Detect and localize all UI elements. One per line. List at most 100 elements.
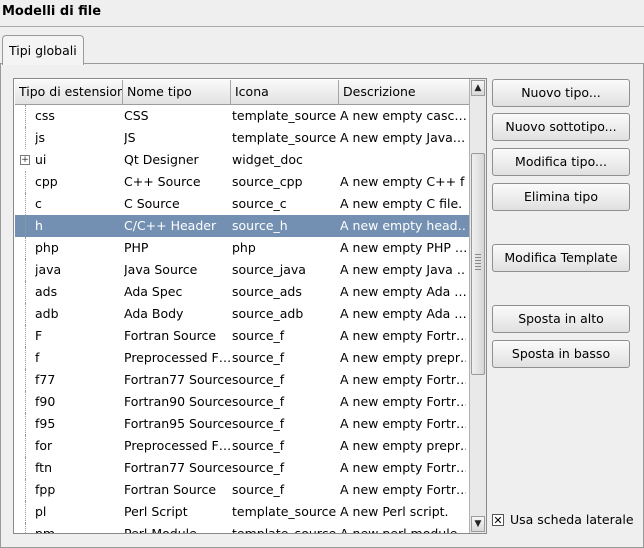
tree-line bbox=[25, 325, 26, 347]
cell-icon-name: source_f bbox=[232, 394, 285, 409]
cell-type-name: Perl Script bbox=[124, 504, 188, 519]
cell-type-name: C++ Source bbox=[124, 174, 201, 189]
move-down-button[interactable]: Sposta in basso bbox=[492, 340, 630, 368]
table-row[interactable]: fpp Fortran Source source_f A new empty For… bbox=[15, 479, 469, 501]
cell-extension: for bbox=[35, 438, 53, 453]
table-row[interactable]: php PHP php A new empty PHP … bbox=[15, 237, 469, 259]
cell-extension: pl bbox=[35, 504, 47, 519]
scroll-down-button[interactable]: ▼ bbox=[471, 516, 485, 532]
sidebar-checkbox-label[interactable]: Usa scheda laterale bbox=[510, 512, 634, 527]
column-header-description[interactable]: Descrizione bbox=[339, 80, 469, 104]
table-row[interactable]: c C Source source_c A new empty C file. bbox=[15, 193, 469, 215]
tree-line bbox=[25, 347, 26, 369]
vertical-scrollbar[interactable]: ▲ ▼ bbox=[469, 79, 486, 533]
cell-type-name: Fortran Source bbox=[124, 328, 217, 343]
column-header-name[interactable]: Nome tipo bbox=[123, 80, 231, 104]
column-header-icon[interactable]: Icona bbox=[231, 80, 339, 104]
cell-description: A new empty Fortr… bbox=[340, 394, 466, 409]
cell-extension: cpp bbox=[35, 174, 58, 189]
cell-icon-name: source_f bbox=[232, 482, 285, 497]
cell-icon-name: template_source bbox=[232, 526, 337, 534]
cell-type-name: CSS bbox=[124, 108, 149, 123]
cell-type-name: Fortran95 Source bbox=[124, 416, 232, 431]
cell-description: A new Perl script. bbox=[340, 504, 449, 519]
table-row[interactable]: pl Perl Script template_source A new Perl s… bbox=[15, 501, 469, 523]
table-row[interactable]: pm Perl Module template_source A new perl m… bbox=[15, 523, 469, 534]
cell-type-name: JS bbox=[124, 130, 136, 145]
tree-line bbox=[25, 237, 26, 259]
table-row[interactable]: ftn Fortran77 Source source_f A new empty F… bbox=[15, 457, 469, 479]
cell-description: A new empty Fortr… bbox=[340, 416, 466, 431]
scroll-up-button[interactable]: ▲ bbox=[471, 80, 485, 96]
cell-icon-name: source_h bbox=[232, 218, 288, 233]
tree-line bbox=[25, 391, 26, 413]
tree-line bbox=[25, 303, 26, 325]
table-row[interactable]: + ui Qt Designer widget_doc bbox=[15, 149, 469, 171]
cell-description: A new empty Fortr… bbox=[340, 328, 466, 343]
tab-label: Tipi globali bbox=[9, 43, 77, 58]
table-row[interactable]: js JS template_source A new empty Java… bbox=[15, 127, 469, 149]
cell-icon-name: source_java bbox=[232, 262, 306, 277]
tab-tipi-globali[interactable]: Tipi globali bbox=[2, 35, 84, 65]
cell-extension: ads bbox=[35, 284, 58, 299]
tree-line bbox=[25, 501, 26, 523]
table-row[interactable]: adb Ada Body source_adb A new empty Ada … bbox=[15, 303, 469, 325]
cell-icon-name: template_source bbox=[232, 130, 337, 145]
cell-description: A new empty Ada … bbox=[340, 306, 466, 321]
cell-icon-name: source_f bbox=[232, 328, 285, 343]
tree-line bbox=[25, 193, 26, 215]
tree-line bbox=[25, 523, 26, 533]
list-header: Tipo di estensione Nome tipo Icona Descr… bbox=[15, 80, 469, 105]
cell-icon-name: source_c bbox=[232, 196, 287, 211]
cell-description: A new empty Java … bbox=[340, 262, 466, 277]
column-header-extension[interactable]: Tipo di estensione bbox=[15, 80, 123, 104]
edit-template-button[interactable]: Modifica Template bbox=[492, 244, 630, 272]
table-row[interactable]: f Preprocessed F… source_f A new empty prep… bbox=[15, 347, 469, 369]
cell-icon-name: source_f bbox=[232, 372, 285, 387]
table-row[interactable]: java Java Source source_java A new empty Ja… bbox=[15, 259, 469, 281]
cell-type-name: C/C++ Header bbox=[124, 218, 217, 233]
cell-description: A new empty Ada … bbox=[340, 284, 466, 299]
cell-extension: ui bbox=[35, 152, 47, 167]
tree-line bbox=[25, 171, 26, 193]
cell-icon-name: template_source bbox=[232, 108, 337, 123]
table-row[interactable]: h C/C++ Header source_h A new empty head… bbox=[15, 215, 469, 237]
cell-extension: F bbox=[35, 328, 43, 343]
cell-extension: c bbox=[35, 196, 42, 211]
table-row[interactable]: css CSS template_source A new empty casc… bbox=[15, 105, 469, 127]
table-row[interactable]: ads Ada Spec source_ads A new empty Ada … bbox=[15, 281, 469, 303]
window-title: Modelli di file bbox=[2, 4, 102, 19]
cell-type-name: Qt Designer bbox=[124, 152, 199, 167]
delete-type-button[interactable]: Elimina tipo bbox=[492, 183, 630, 211]
file-types-list[interactable]: Tipo di estensione Nome tipo Icona Descr… bbox=[13, 78, 487, 534]
cell-type-name: Fortran77 Source bbox=[124, 372, 232, 387]
scrollbar-thumb[interactable] bbox=[471, 153, 485, 375]
cell-icon-name: source_cpp bbox=[232, 174, 303, 189]
sidebar-checkbox[interactable]: ✕ bbox=[492, 514, 504, 526]
plus-icon[interactable]: + bbox=[20, 155, 30, 165]
edit-type-button[interactable]: Modifica tipo... bbox=[492, 148, 630, 176]
table-row[interactable]: cpp C++ Source source_cpp A new empty C++ f… bbox=[15, 171, 469, 193]
cell-description: A new empty Fortr… bbox=[340, 372, 466, 387]
cell-icon-name: template_source bbox=[232, 504, 337, 519]
tree-line bbox=[25, 457, 26, 479]
table-row[interactable]: f90 Fortran90 Source source_f A new empty F… bbox=[15, 391, 469, 413]
cell-extension: adb bbox=[35, 306, 59, 321]
cell-description: A new empty prepr… bbox=[340, 438, 466, 453]
arrow-up-icon: ▲ bbox=[474, 83, 482, 93]
table-row[interactable]: f95 Fortran95 Source source_f A new empty F… bbox=[15, 413, 469, 435]
new-subtype-button[interactable]: Nuovo sottotipo... bbox=[492, 113, 630, 141]
x-mark-icon: ✕ bbox=[493, 514, 503, 527]
cell-type-name: Java Source bbox=[124, 262, 198, 277]
table-row[interactable]: f77 Fortran77 Source source_f A new empty F… bbox=[15, 369, 469, 391]
cell-description: A new perl module… bbox=[340, 526, 466, 534]
cell-extension: java bbox=[35, 262, 62, 277]
new-type-button[interactable]: Nuovo tipo... bbox=[492, 79, 630, 107]
tree-line bbox=[25, 281, 26, 303]
arrow-down-icon: ▼ bbox=[474, 519, 482, 529]
table-row[interactable]: for Preprocessed F… source_f A new empty pr… bbox=[15, 435, 469, 457]
cell-description: A new empty Fortr… bbox=[340, 482, 466, 497]
table-row[interactable]: F Fortran Source source_f A new empty Fortr… bbox=[15, 325, 469, 347]
cell-description: A new empty C++ f… bbox=[340, 174, 466, 189]
move-up-button[interactable]: Sposta in alto bbox=[492, 305, 630, 333]
